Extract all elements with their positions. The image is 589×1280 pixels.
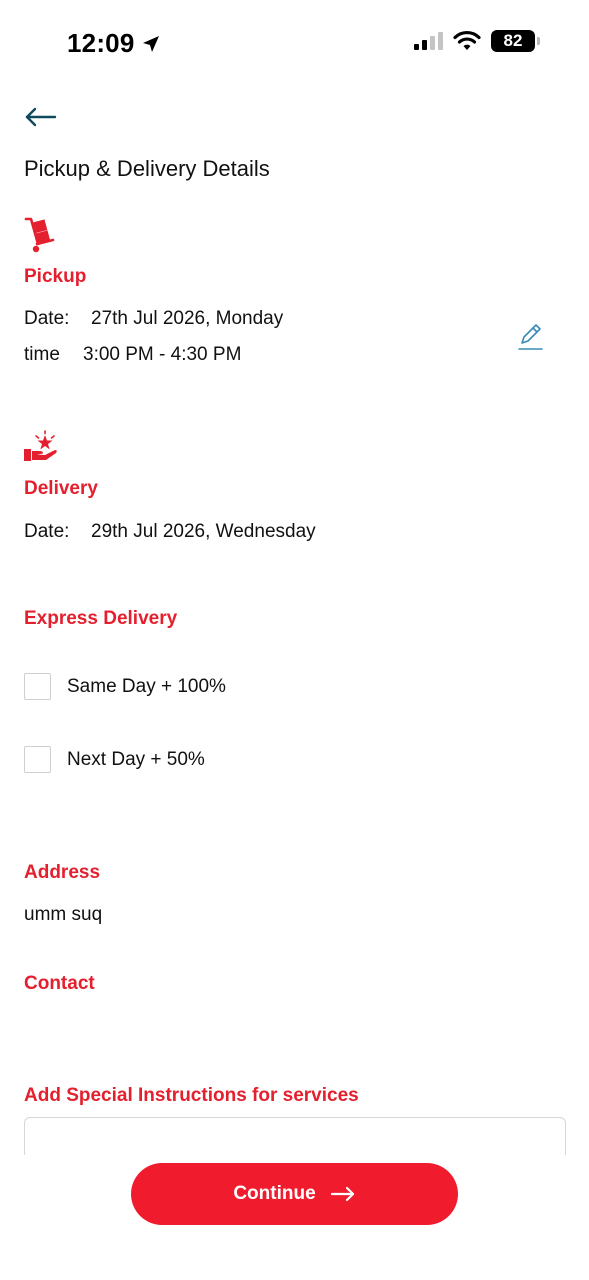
same-day-label: Same Day + 100%	[67, 675, 226, 697]
arrow-right-icon	[330, 1186, 354, 1202]
special-instructions-heading: Add Special Instructions for services	[24, 1085, 359, 1106]
status-bar: 12:09 82	[0, 0, 589, 88]
delivery-date-label: Date:	[24, 521, 70, 542]
battery-icon: 82	[491, 30, 540, 52]
delivery-heading: Delivery	[24, 478, 98, 499]
edit-pencil-icon[interactable]	[516, 322, 544, 352]
cellular-signal-icon	[414, 32, 443, 50]
pickup-heading: Pickup	[24, 266, 87, 287]
next-day-option[interactable]: Next Day + 50%	[24, 746, 205, 773]
address-value: umm suq	[24, 904, 103, 925]
wifi-icon	[453, 30, 481, 50]
hand-star-icon	[24, 430, 57, 461]
continue-button[interactable]: Continue	[131, 1163, 458, 1225]
continue-label: Continue	[233, 1183, 316, 1204]
delivery-date-value: 29th Jul 2026, Wednesday	[91, 521, 316, 542]
pickup-time-label: time	[24, 344, 60, 365]
pickup-date-label: Date:	[24, 308, 70, 329]
pickup-date-value: 27th Jul 2026, Monday	[91, 308, 284, 329]
next-day-label: Next Day + 50%	[67, 748, 205, 770]
contact-heading: Contact	[24, 973, 95, 994]
delivery-date-line: Date: 29th Jul 2026, Wednesday	[24, 521, 316, 543]
pickup-time-line: time 3:00 PM - 4:30 PM	[24, 344, 241, 366]
same-day-option[interactable]: Same Day + 100%	[24, 673, 226, 700]
location-arrow-icon	[142, 35, 159, 52]
special-instructions-input[interactable]	[24, 1117, 566, 1155]
status-time: 12:09	[67, 28, 161, 59]
back-arrow-icon[interactable]	[24, 104, 58, 130]
pickup-time-value: 3:00 PM - 4:30 PM	[83, 344, 242, 365]
express-delivery-heading: Express Delivery	[24, 608, 178, 629]
address-heading: Address	[24, 862, 101, 883]
battery-level: 82	[503, 31, 523, 50]
status-indicators: 82	[413, 30, 540, 52]
status-time-text: 12:09	[67, 28, 135, 58]
next-day-checkbox[interactable]	[24, 746, 51, 773]
page-title: Pickup & Delivery Details	[24, 156, 270, 181]
hand-truck-icon	[24, 217, 55, 253]
pickup-date-line: Date: 27th Jul 2026, Monday	[24, 308, 283, 330]
same-day-checkbox[interactable]	[24, 673, 51, 700]
